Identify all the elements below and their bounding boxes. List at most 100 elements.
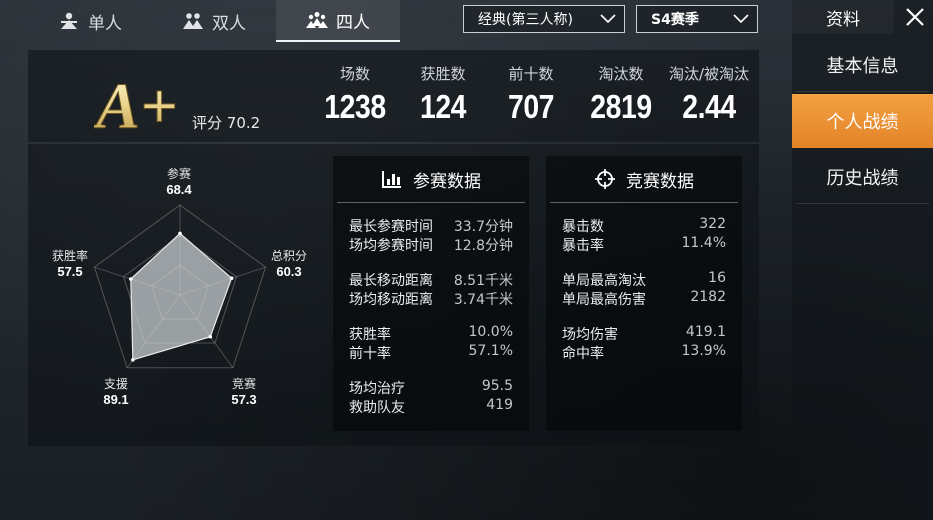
tab-single[interactable]: 单人 [28,0,152,42]
competition-title: 竞赛数据 [626,171,694,192]
tab-duo[interactable]: 双人 [152,0,276,42]
single-player-icon [61,12,77,29]
stat-key: 单局最高伤害 [562,292,646,308]
stat-top10: 前十数 707 [496,64,566,126]
sidebar: 资料 基本信息 个人战绩 历史战绩 [792,0,933,520]
tab-squad[interactable]: 四人 [276,0,400,42]
close-icon [905,8,924,26]
radar-label-support: 支援 89.1 [86,377,146,407]
stat-wins: 获胜数 124 [408,64,478,126]
radar-value-area [130,232,233,361]
mode-dropdown[interactable]: 经典(第三人称) [463,5,625,33]
season-dropdown-value: S4赛季 [651,12,699,28]
stat-row: 命中率 13.9% [562,343,726,362]
radar-point [178,231,182,236]
radar-label-win-rate: 获胜率 57.5 [40,249,100,279]
summary-panel: A+ 评分 70.2 场数 1238 获胜数 124 前十数 707 淘汰数 2… [28,50,759,142]
duo-icon [183,13,203,29]
stat-matches: 场数 1238 [318,64,392,126]
crosshair-icon [595,169,615,189]
radar-axis-name: 参赛 [166,167,191,181]
radar-point [128,277,133,281]
radar-point [131,358,135,362]
stat-value: 707 [507,88,555,125]
score-label: 评分 [192,114,223,132]
squad-icon [306,12,328,28]
grade-text: A+ [94,70,178,135]
competition-card: 竞赛数据 暴击数 322 暴击率 11.4% 单局最高淘汰 16 单局最高伤害 2182… [546,156,742,431]
tab-single-label: 单人 [88,13,122,34]
competition-header: 竞赛数据 [550,156,738,203]
bar-chart-icon [382,171,401,188]
radar-label-participation: 参赛 68.4 [149,167,209,197]
stat-key: 前十率 [349,346,391,362]
stat-eliminations: 淘汰数 2819 [584,64,658,126]
stat-key: 场均治疗 [349,381,405,397]
sidebar-title: 资料 [792,0,894,34]
sidebar-item-personal-record[interactable]: 个人战绩 [792,94,933,148]
stat-value: 8.51千米 [453,273,513,289]
stat-value: 3.74千米 [453,292,513,308]
participation-title: 参赛数据 [413,171,481,192]
stat-row: 场均伤害 419.1 [562,324,726,343]
grade-badge: A+ [94,70,178,136]
stat-label: 淘汰/被淘汰 [668,65,750,83]
stat-value: 12.8分钟 [453,238,513,254]
radar-label-competition: 竞赛 57.3 [214,377,274,407]
stat-row: 前十率 57.1% [349,343,513,362]
season-dropdown[interactable]: S4赛季 [636,5,758,33]
radar-axis-name: 支援 [103,377,128,391]
stat-key: 命中率 [562,346,604,362]
mode-tabs: 单人 双人 四人 [28,0,400,42]
score-value: 70.2 [226,114,261,132]
stat-value: 2819 [590,88,652,125]
stat-label: 场数 [339,65,370,83]
stat-row: 暴击率 11.4% [562,235,726,254]
stat-row: 单局最高淘汰 16 [562,270,726,289]
close-button[interactable] [896,0,933,34]
stat-row: 最长参赛时间 33.7分钟 [349,216,513,235]
stat-label: 前十数 [508,65,554,83]
stat-value: 322 [699,216,726,232]
stat-value: 11.4% [681,235,726,251]
stat-value: 13.9% [681,343,726,359]
stat-key: 暴击数 [562,219,604,235]
stat-value: 124 [419,88,467,125]
stat-row: 场均治疗 95.5 [349,378,513,397]
stat-value: 1238 [324,88,386,125]
stat-value: 2182 [690,289,726,305]
stat-value: 419.1 [685,324,726,340]
sidebar-item-history-record[interactable]: 历史战绩 [796,150,929,204]
stat-value: 57.1% [468,343,513,359]
radar-label-total-score: 总积分 60.3 [259,249,319,279]
stat-value: 16 [708,270,726,286]
stat-key: 暴击率 [562,238,604,254]
radar-axis-value: 57.5 [57,264,83,279]
chevron-down-icon [733,14,749,24]
stat-key: 最长移动距离 [349,273,433,289]
stat-row: 场均参赛时间 12.8分钟 [349,235,513,254]
stat-row: 暴击数 322 [562,216,726,235]
radar-axis-value: 89.1 [103,392,129,407]
radar-axis-name: 获胜率 [51,249,88,263]
radar-point [229,276,234,281]
radar-chart: 参赛 68.4 总积分 60.3 竞赛 57.3 支援 89.1 获胜率 57.… [28,144,328,446]
stat-value: 95.5 [481,378,513,394]
stat-key: 救助队友 [349,400,405,416]
stat-row: 场均移动距离 3.74千米 [349,289,513,308]
stat-key: 场均移动距离 [349,292,433,308]
radar-axis-name: 竞赛 [231,377,256,391]
stat-value: 33.7分钟 [453,219,513,235]
stat-label: 淘汰数 [598,65,644,83]
chevron-down-icon [600,14,616,24]
stat-row: 救助队友 419 [349,397,513,416]
stat-value: 419 [486,397,513,413]
radar-axis-name: 总积分 [270,249,307,263]
sidebar-item-basic-info[interactable]: 基本信息 [796,38,929,92]
stat-label: 获胜数 [420,65,466,83]
radar-axis-value: 57.3 [231,392,257,407]
stat-row: 获胜率 10.0% [349,324,513,343]
tab-duo-label: 双人 [212,13,246,34]
details-panel: 参赛 68.4 总积分 60.3 竞赛 57.3 支援 89.1 获胜率 57.… [28,144,759,446]
stat-key: 场均参赛时间 [349,238,433,254]
